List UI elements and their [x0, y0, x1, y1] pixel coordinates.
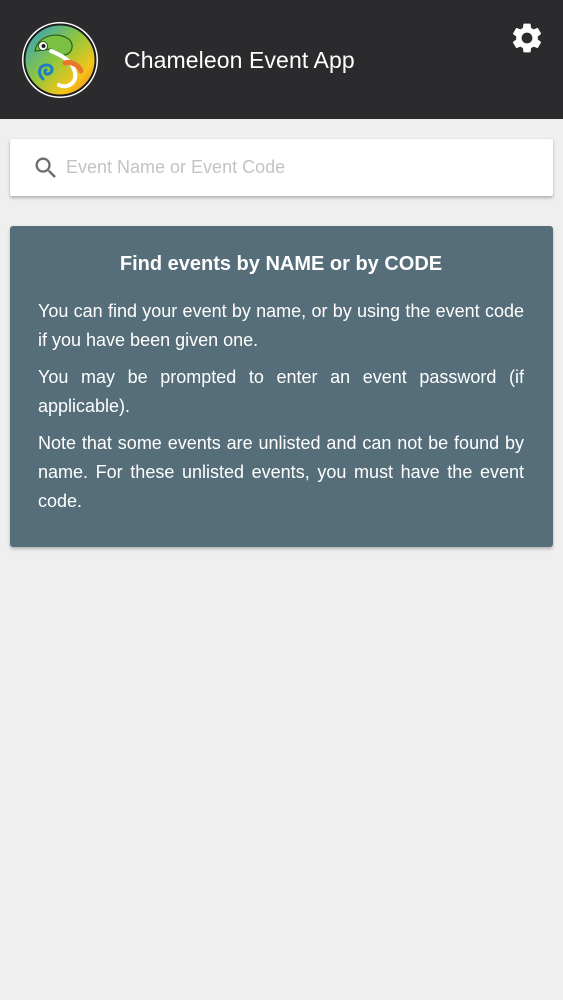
app-title: Chameleon Event App — [124, 47, 355, 73]
chameleon-logo-icon — [22, 22, 98, 98]
search-bar[interactable] — [10, 139, 553, 196]
info-card-title: Find events by NAME or by CODE — [119, 253, 443, 275]
info-paragraph-find: You can find your event by name, or by u… — [38, 301, 524, 350]
info-paragraph-password: You may be prompted to enter an event pa… — [38, 367, 524, 416]
info-card: Find events by NAME or by CODE You can f… — [10, 226, 553, 547]
info-paragraph-unlisted: Note that some events are unlisted and c… — [38, 433, 524, 511]
search-icon — [35, 157, 56, 178]
search-input[interactable] — [66, 139, 536, 196]
gear-icon[interactable] — [509, 20, 545, 56]
app-bar: Chameleon Event App — [0, 0, 563, 119]
